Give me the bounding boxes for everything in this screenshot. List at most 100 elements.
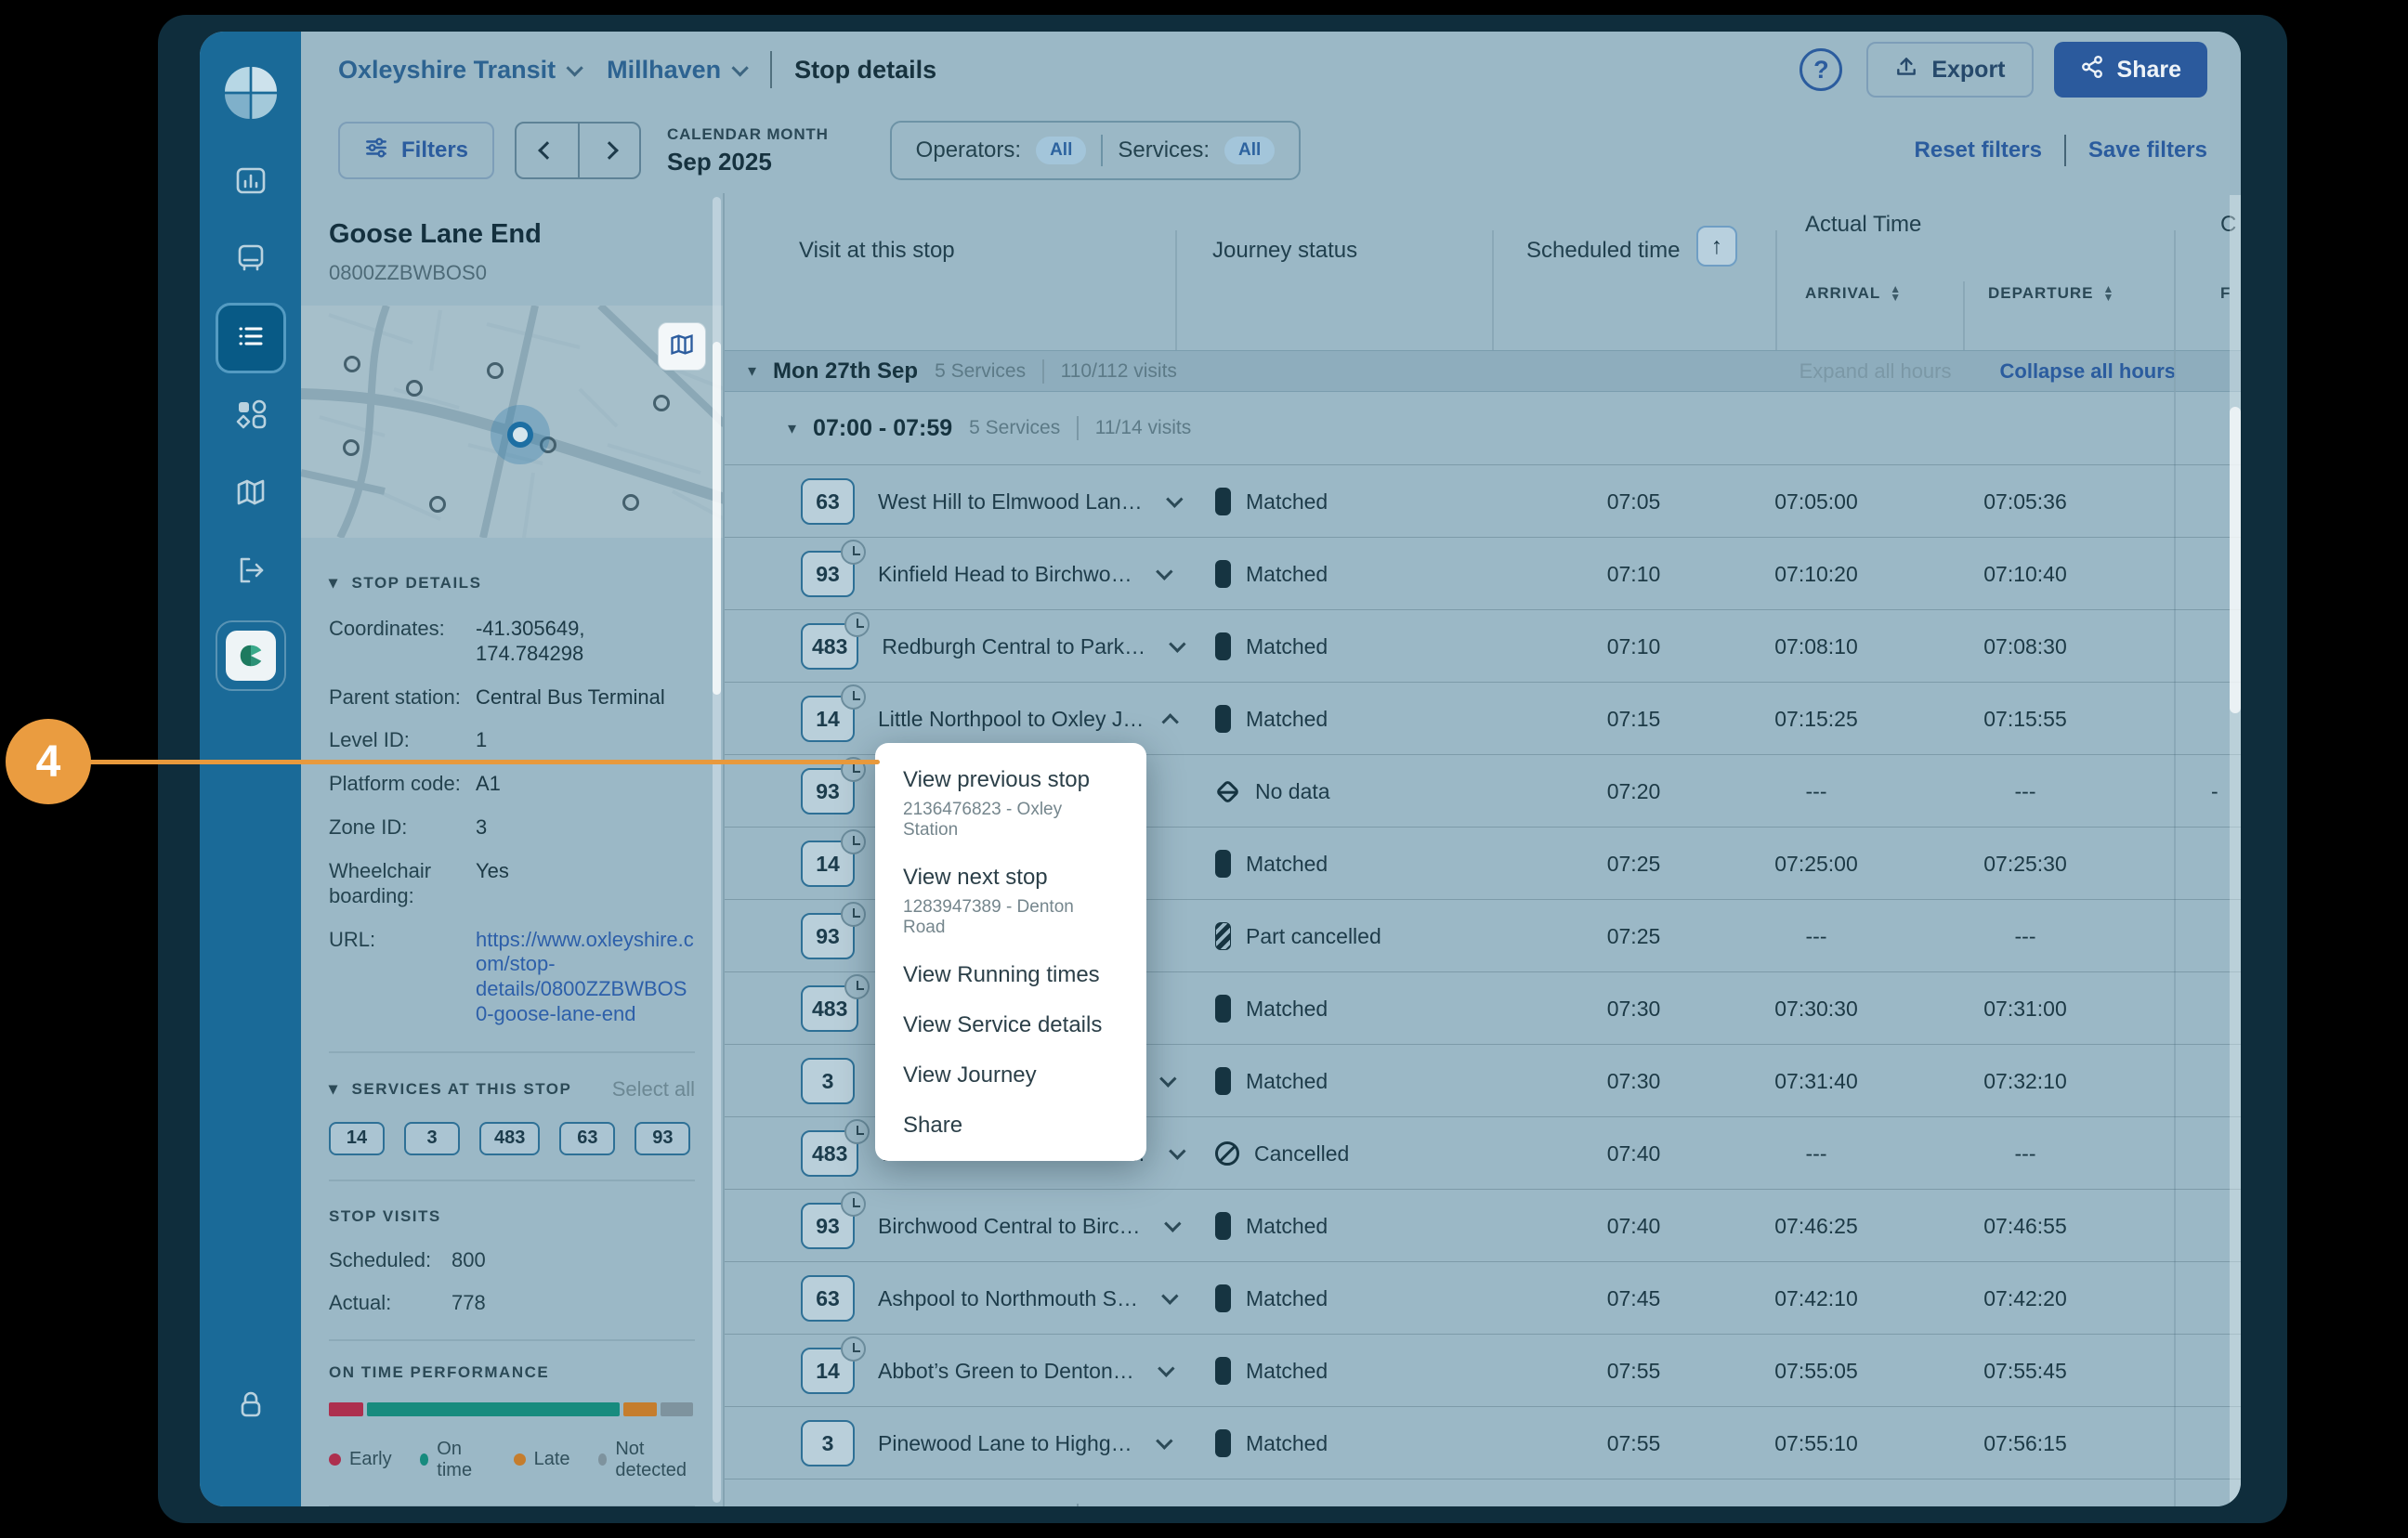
route-badge[interactable]: 483 — [801, 623, 858, 670]
chevron-up-icon[interactable] — [1162, 713, 1179, 730]
sidebar-item-fleet[interactable] — [216, 225, 286, 295]
chevron-down-icon[interactable] — [1161, 1287, 1178, 1304]
route-badge[interactable]: 63 — [801, 1275, 855, 1322]
menu-item-view-journey[interactable]: View Journey — [875, 1062, 1146, 1088]
route-badge[interactable]: 483 — [801, 1130, 858, 1177]
chevron-down-icon[interactable] — [1169, 635, 1185, 652]
table-row[interactable]: 483Redburgh Central to Park… Matched 07:… — [725, 609, 2241, 682]
table-scrollbar-thumb[interactable] — [2230, 407, 2241, 713]
journey-status-label: Matched — [1246, 562, 1328, 587]
scheduled-sort-button[interactable]: ↑ — [1696, 226, 1737, 267]
panel-scrollbar-thumb[interactable] — [713, 342, 721, 695]
route-badge[interactable]: 14 — [801, 1348, 855, 1394]
table-row[interactable]: 63Ashpool to Northmouth S… Matched 07:45… — [725, 1261, 2241, 1334]
share-button[interactable]: Share — [2054, 42, 2207, 98]
menu-item-view-running-times[interactable]: View Running times — [875, 962, 1146, 988]
services-section-header[interactable]: ▾ SERVICES AT THIS STOP Select all — [329, 1077, 695, 1101]
next-month-button[interactable] — [578, 124, 639, 177]
menu-item-view-service-details[interactable]: View Service details — [875, 1012, 1146, 1038]
reset-filters-link[interactable]: Reset filters — [1915, 137, 2042, 163]
map-icon — [669, 332, 695, 362]
service-chip[interactable]: 93 — [635, 1122, 690, 1155]
chevron-down-icon[interactable] — [1166, 490, 1183, 507]
select-all-link[interactable]: Select all — [612, 1077, 695, 1101]
sidebar-item-sign-out[interactable] — [216, 537, 286, 607]
menu-item-view-next-stop[interactable]: View next stop 1283947389 - Denton Road — [875, 865, 1146, 938]
active-filters-summary[interactable]: Operators: All Services: All — [890, 121, 1302, 180]
clock-icon — [841, 902, 866, 927]
scheduled-time: 07:20 — [1492, 755, 1775, 828]
sidebar-item-partner-app[interactable] — [216, 620, 286, 691]
route-badge[interactable]: 93 — [801, 1203, 855, 1249]
services-heading: SERVICES AT THIS STOP — [352, 1080, 572, 1099]
journey-status-label: Matched — [1246, 489, 1328, 515]
sidebar-item-map[interactable] — [216, 459, 286, 529]
col-departure-header[interactable]: DEPARTURE ▲▼ — [1988, 284, 2114, 303]
otp-legend: Early On time Late Not detected — [329, 1439, 695, 1481]
table-row[interactable]: 3Pinewood Lane to Highg… Matched 07:55 0… — [725, 1406, 2241, 1479]
stop-map[interactable] — [301, 306, 723, 538]
collapse-all-hours-link[interactable]: Collapse all hours — [2000, 359, 2177, 384]
actual-arrival: 07:30:30 — [1751, 972, 1881, 1045]
menu-item-share[interactable]: Share — [875, 1113, 1146, 1139]
chevron-down-icon[interactable] — [1159, 1070, 1176, 1087]
service-chip[interactable]: 483 — [479, 1122, 540, 1155]
table-row[interactable]: 14Abbot’s Green to Denton… Matched 07:55… — [725, 1334, 2241, 1406]
route-badge[interactable]: 93 — [801, 768, 855, 815]
chevron-down-icon[interactable] — [1169, 1142, 1185, 1159]
table-row[interactable]: 63West Hill to Elmwood Lan… Matched 07:0… — [725, 464, 2241, 537]
journey-status-icon — [1215, 1429, 1231, 1457]
route-badge[interactable]: 483 — [801, 985, 858, 1032]
export-button[interactable]: Export — [1866, 42, 2033, 98]
table-row[interactable]: 93Kinfield Head to Birchwo… Matched 07:1… — [725, 537, 2241, 609]
route-badge[interactable]: 3 — [801, 1058, 855, 1104]
stop-details-heading: STOP DETAILS — [352, 574, 482, 593]
clock-icon — [844, 612, 870, 637]
route-badge[interactable]: 63 — [801, 478, 855, 525]
service-chip[interactable]: 63 — [559, 1122, 615, 1155]
chevron-down-icon[interactable] — [1156, 563, 1172, 580]
table-row[interactable]: 93Birchwood Central to Birc… Matched 07:… — [725, 1189, 2241, 1261]
main-content: Oxleyshire Transit Millhaven Stop detail… — [301, 32, 2241, 1506]
sidebar-item-stop-list[interactable] — [216, 303, 286, 373]
chevron-down-icon[interactable] — [1164, 1215, 1181, 1232]
stop-url-link[interactable]: https://www.oxleyshire.com/stop-details/… — [476, 928, 695, 1027]
col-arrival-header[interactable]: ARRIVAL ▲▼ — [1805, 284, 1902, 303]
expand-all-hours-link[interactable]: Expand all hours — [1799, 359, 1952, 384]
menu-item-view-previous-stop[interactable]: View previous stop 2136476823 - Oxley St… — [875, 767, 1146, 841]
column-divider — [1175, 230, 1177, 350]
chevron-down-icon[interactable] — [1156, 1432, 1172, 1449]
filters-button[interactable]: Filters — [338, 122, 494, 179]
table-scrollbar-track[interactable] — [2230, 195, 2241, 1505]
sidebar-item-lock[interactable] — [216, 1371, 286, 1441]
route-badge[interactable]: 93 — [801, 913, 855, 959]
notdetected-dot-icon — [598, 1453, 608, 1466]
previous-month-button[interactable] — [517, 124, 578, 177]
next-hour-group-row[interactable]: ▾ 08:00 - 08:59 5 Services 10/14 visits — [725, 1479, 2241, 1506]
stop-details-section-header[interactable]: ▾ STOP DETAILS — [329, 573, 695, 593]
visit-name: West Hill to Elmwood Lan… — [878, 489, 1143, 515]
service-chip[interactable]: 3 — [404, 1122, 460, 1155]
help-button[interactable]: ? — [1799, 48, 1842, 91]
actual-arrival: 07:15:25 — [1751, 683, 1881, 755]
route-badge[interactable]: 14 — [801, 696, 855, 742]
sidebar-item-services[interactable] — [216, 381, 286, 451]
breadcrumb-region-dropdown[interactable]: Millhaven — [607, 56, 744, 85]
route-badge[interactable]: 14 — [801, 841, 855, 887]
breadcrumb-operator-dropdown[interactable]: Oxleyshire Transit — [338, 56, 579, 85]
route-badge[interactable]: 3 — [801, 1420, 855, 1466]
route-badge[interactable]: 93 — [801, 551, 855, 597]
col-scheduled-header[interactable]: Scheduled time — [1526, 238, 1680, 264]
date-group-row[interactable]: ▾ Mon 27th Sep 5 Services 110/112 visits… — [725, 350, 2241, 392]
map-toggle-button[interactable] — [658, 322, 706, 371]
actual-departure: 07:25:30 — [1960, 828, 2090, 900]
chevron-down-icon[interactable] — [1158, 1360, 1174, 1376]
service-chip[interactable]: 14 — [329, 1122, 385, 1155]
journey-status-icon — [1215, 1357, 1231, 1385]
actual-arrival: 07:25:00 — [1751, 828, 1881, 900]
save-filters-link[interactable]: Save filters — [2088, 137, 2207, 163]
sidebar-item-analytics[interactable] — [216, 147, 286, 217]
service-chips: 14 3 483 63 93 — [329, 1122, 695, 1155]
hour-group-row[interactable]: ▾ 07:00 - 07:59 5 Services 11/14 visits — [725, 392, 2241, 464]
previous-stop-detail: 2136476823 - Oxley Station — [903, 800, 1119, 841]
